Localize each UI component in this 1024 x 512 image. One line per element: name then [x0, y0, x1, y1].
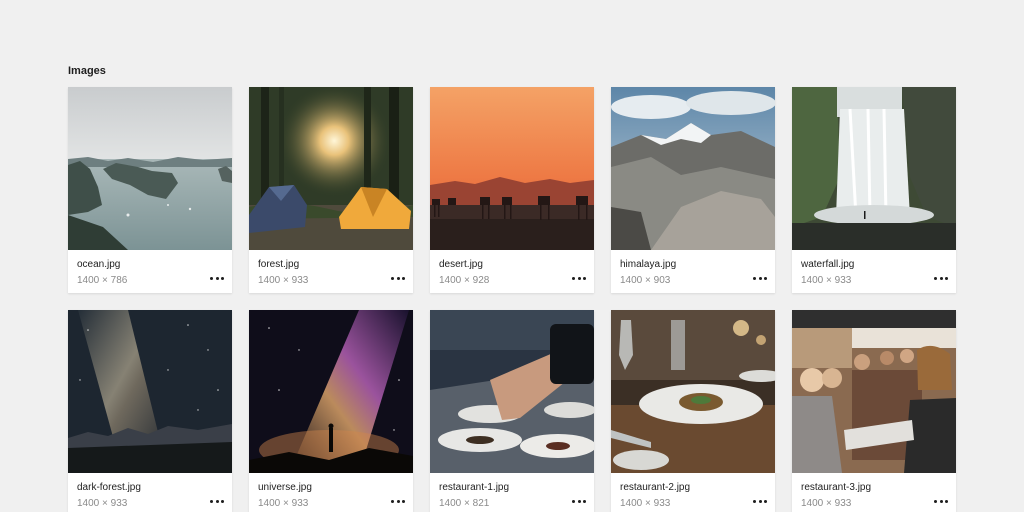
file-name: waterfall.jpg — [801, 259, 855, 270]
image-card-restaurant-1[interactable]: restaurant-1.jpg 1400 × 821 — [430, 310, 594, 512]
file-dimensions: 1400 × 821 — [439, 498, 490, 509]
card-meta: ocean.jpg 1400 × 786 — [68, 250, 232, 293]
ocean-image — [68, 87, 232, 250]
more-options-icon[interactable] — [753, 274, 767, 282]
more-options-icon[interactable] — [391, 274, 405, 282]
more-options-icon[interactable] — [934, 497, 948, 505]
thumbnail-restaurant-1[interactable] — [430, 310, 594, 473]
card-meta: dark-forest.jpg 1400 × 933 — [68, 473, 232, 512]
restaurant-2-image — [611, 310, 775, 473]
forest-image — [249, 87, 413, 250]
thumbnail-restaurant-2[interactable] — [611, 310, 775, 473]
file-dimensions: 1400 × 786 — [77, 275, 128, 286]
card-meta: forest.jpg 1400 × 933 — [249, 250, 413, 293]
file-dimensions: 1400 × 933 — [258, 498, 309, 509]
waterfall-image — [792, 87, 956, 250]
file-name: dark-forest.jpg — [77, 482, 141, 493]
thumbnail-ocean[interactable] — [68, 87, 232, 250]
image-card-universe[interactable]: universe.jpg 1400 × 933 — [249, 310, 413, 512]
image-grid: ocean.jpg 1400 × 786 forest.jpg 1400 × 9… — [68, 87, 956, 512]
image-card-restaurant-2[interactable]: restaurant-2.jpg 1400 × 933 — [611, 310, 775, 512]
more-options-icon[interactable] — [572, 497, 586, 505]
image-card-himalaya[interactable]: himalaya.jpg 1400 × 903 — [611, 87, 775, 293]
card-meta: restaurant-2.jpg 1400 × 933 — [611, 473, 775, 512]
image-card-restaurant-3[interactable]: restaurant-3.jpg 1400 × 933 — [792, 310, 956, 512]
universe-image — [249, 310, 413, 473]
image-card-dark-forest[interactable]: dark-forest.jpg 1400 × 933 — [68, 310, 232, 512]
thumbnail-waterfall[interactable] — [792, 87, 956, 250]
thumbnail-desert[interactable] — [430, 87, 594, 250]
file-name: himalaya.jpg — [620, 259, 677, 270]
file-dimensions: 1400 × 933 — [258, 275, 309, 286]
file-dimensions: 1400 × 933 — [620, 498, 671, 509]
card-meta: restaurant-1.jpg 1400 × 821 — [430, 473, 594, 512]
image-card-desert[interactable]: desert.jpg 1400 × 928 — [430, 87, 594, 293]
image-card-ocean[interactable]: ocean.jpg 1400 × 786 — [68, 87, 232, 293]
file-name: restaurant-1.jpg — [439, 482, 510, 493]
image-card-forest[interactable]: forest.jpg 1400 × 933 — [249, 87, 413, 293]
himalaya-image — [611, 87, 775, 250]
thumbnail-universe[interactable] — [249, 310, 413, 473]
more-options-icon[interactable] — [572, 274, 586, 282]
image-card-waterfall[interactable]: waterfall.jpg 1400 × 933 — [792, 87, 956, 293]
image-gallery-page: Images ocean.jpg 1400 × 786 forest.jpg 1… — [0, 0, 1024, 512]
file-dimensions: 1400 × 933 — [801, 275, 852, 286]
dark-forest-image — [68, 310, 232, 473]
card-meta: restaurant-3.jpg 1400 × 933 — [792, 473, 956, 512]
card-meta: desert.jpg 1400 × 928 — [430, 250, 594, 293]
file-dimensions: 1400 × 928 — [439, 275, 490, 286]
file-name: ocean.jpg — [77, 259, 121, 270]
restaurant-3-image — [792, 310, 956, 473]
thumbnail-restaurant-3[interactable] — [792, 310, 956, 473]
more-options-icon[interactable] — [934, 274, 948, 282]
file-name: forest.jpg — [258, 259, 300, 270]
file-dimensions: 1400 × 933 — [77, 498, 128, 509]
card-meta: waterfall.jpg 1400 × 933 — [792, 250, 956, 293]
section-title: Images — [68, 65, 106, 77]
file-name: restaurant-3.jpg — [801, 482, 872, 493]
card-meta: universe.jpg 1400 × 933 — [249, 473, 413, 512]
more-options-icon[interactable] — [210, 497, 224, 505]
thumbnail-himalaya[interactable] — [611, 87, 775, 250]
file-name: restaurant-2.jpg — [620, 482, 691, 493]
file-name: desert.jpg — [439, 259, 483, 270]
file-dimensions: 1400 × 933 — [801, 498, 852, 509]
desert-image — [430, 87, 594, 250]
thumbnail-dark-forest[interactable] — [68, 310, 232, 473]
restaurant-1-image — [430, 310, 594, 473]
more-options-icon[interactable] — [210, 274, 224, 282]
more-options-icon[interactable] — [391, 497, 405, 505]
file-name: universe.jpg — [258, 482, 312, 493]
card-meta: himalaya.jpg 1400 × 903 — [611, 250, 775, 293]
more-options-icon[interactable] — [753, 497, 767, 505]
thumbnail-forest[interactable] — [249, 87, 413, 250]
file-dimensions: 1400 × 903 — [620, 275, 671, 286]
